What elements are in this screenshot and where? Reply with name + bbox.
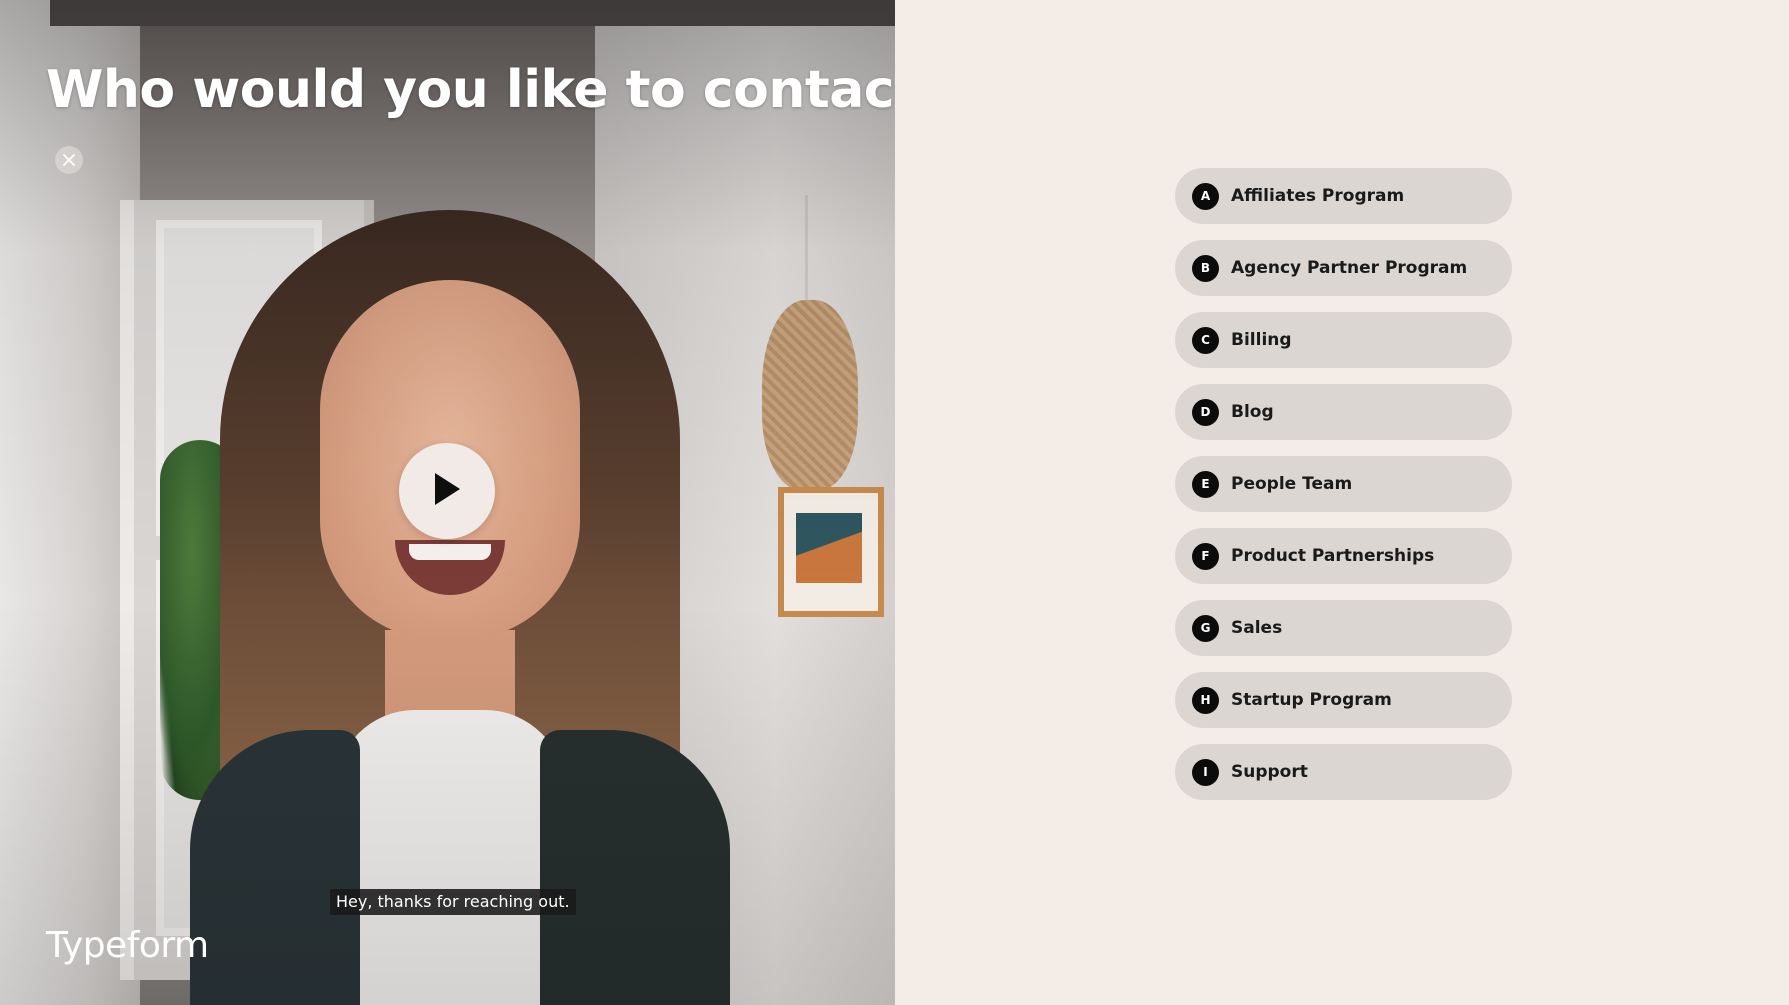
option-people-team[interactable]: E People Team — [1175, 456, 1512, 512]
option-product-partnerships[interactable]: F Product Partnerships — [1175, 528, 1512, 584]
option-key-badge: I — [1192, 758, 1219, 786]
contact-options: A Affiliates Program B Agency Partner Pr… — [1175, 168, 1512, 816]
option-affiliates-program[interactable]: A Affiliates Program — [1175, 168, 1512, 224]
typeform-logo[interactable]: Typeform — [46, 925, 209, 966]
option-label: Product Partnerships — [1231, 546, 1435, 566]
option-label: People Team — [1231, 474, 1353, 494]
option-key-badge: E — [1192, 470, 1219, 498]
option-key-badge: G — [1192, 614, 1219, 642]
option-label: Agency Partner Program — [1231, 258, 1468, 278]
close-video-button[interactable] — [55, 146, 83, 174]
option-billing[interactable]: C Billing — [1175, 312, 1512, 368]
question-title: Who would you like to contact? — [46, 60, 895, 120]
option-support[interactable]: I Support — [1175, 744, 1512, 800]
play-button[interactable] — [399, 443, 495, 539]
option-label: Support — [1231, 762, 1308, 782]
video-caption: Hey, thanks for reaching out. — [330, 889, 576, 915]
option-label: Sales — [1231, 618, 1283, 638]
option-key-badge: B — [1192, 254, 1219, 282]
option-label: Affiliates Program — [1231, 186, 1405, 206]
option-key-badge: H — [1192, 686, 1219, 714]
option-key-badge: F — [1192, 542, 1219, 570]
option-startup-program[interactable]: H Startup Program — [1175, 672, 1512, 728]
option-label: Billing — [1231, 330, 1292, 350]
close-icon — [63, 154, 75, 166]
option-blog[interactable]: D Blog — [1175, 384, 1512, 440]
page: Who would you like to contact? Hey, than… — [0, 0, 1789, 1005]
option-key-badge: C — [1192, 326, 1219, 354]
option-label: Blog — [1231, 402, 1274, 422]
option-sales[interactable]: G Sales — [1175, 600, 1512, 656]
video-panel[interactable]: Who would you like to contact? Hey, than… — [0, 0, 895, 1005]
option-key-badge: D — [1192, 398, 1219, 426]
option-key-badge: A — [1192, 182, 1219, 210]
option-label: Startup Program — [1231, 690, 1392, 710]
play-icon — [432, 471, 462, 512]
option-agency-partner-program[interactable]: B Agency Partner Program — [1175, 240, 1512, 296]
